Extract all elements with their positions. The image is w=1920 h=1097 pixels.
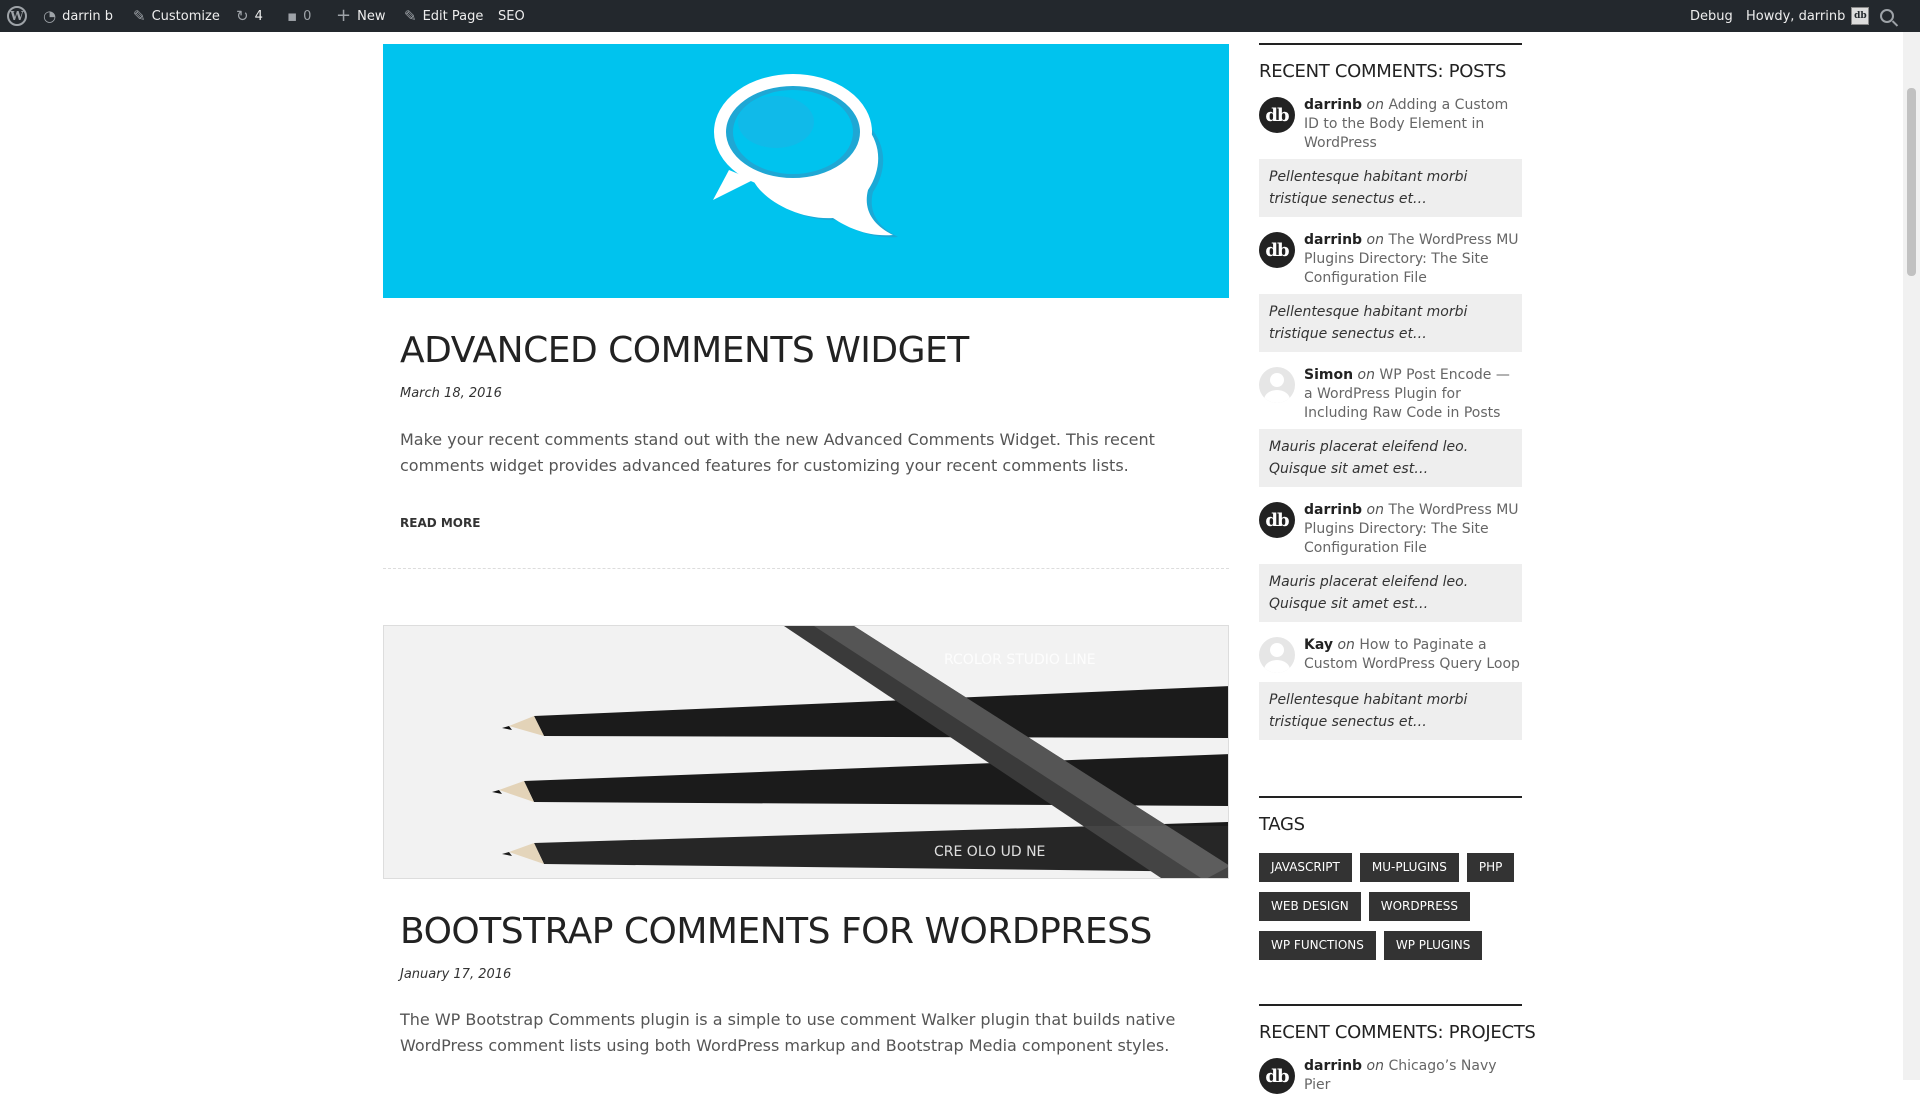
new-content-menu[interactable]: + New [336, 0, 385, 32]
comment-bubble-icon: ▪ [287, 6, 298, 25]
post-date: March 18, 2016 [400, 386, 502, 401]
avatar: db [1259, 1058, 1295, 1094]
pencils-image: RCOLOR STUDIO LINE CRE OLO UD NE [384, 626, 1228, 878]
admin-search[interactable] [1880, 0, 1894, 32]
comment-item: db darrinb on The WordPress MU Plugins D… [1259, 501, 1522, 622]
post-advanced-comments-widget: ADVANCED COMMENTS WIDGET March 18, 2016 … [383, 44, 1229, 584]
page-scrollbar[interactable] [1903, 32, 1920, 1080]
comment-item: Kay on How to Paginate a Custom WordPres… [1259, 636, 1522, 740]
post-excerpt: Make your recent comments stand out with… [400, 430, 1155, 475]
comments-link[interactable]: ▪ 0 [287, 0, 311, 32]
comment-author: darrinb [1304, 502, 1363, 518]
avatar: db [1259, 97, 1295, 133]
comment-author: darrinb [1304, 97, 1363, 113]
user-avatar: db [1851, 7, 1870, 25]
read-more-link[interactable]: READ MORE [400, 516, 480, 530]
updates-link[interactable]: ↻ 4 [236, 0, 263, 32]
edit-page-label: Edit Page [422, 8, 484, 24]
post-bootstrap-comments: RCOLOR STUDIO LINE CRE OLO UD NE BOOTSTR… [383, 625, 1229, 1080]
comment-on-label: on [1337, 637, 1355, 653]
pencil-print-text: RCOLOR STUDIO LINE [944, 652, 1096, 668]
dashboard-icon: ◔ [43, 6, 57, 25]
comment-author: darrinb [1304, 232, 1363, 248]
comment-excerpt: Pellentesque habitant morbi tristique se… [1259, 159, 1522, 217]
post-featured-image[interactable]: RCOLOR STUDIO LINE CRE OLO UD NE [383, 625, 1229, 879]
comment-item: db darrinb on Chicago’s Navy Pier [1259, 1057, 1522, 1097]
debug-label: Debug [1690, 8, 1733, 24]
post-divider [383, 568, 1229, 569]
comment-author: Simon [1304, 367, 1354, 383]
comment-excerpt: Pellentesque habitant morbi tristique se… [1259, 682, 1522, 740]
site-name-label: darrin b [62, 8, 114, 24]
scrollbar-thumb[interactable] [1907, 88, 1916, 276]
chat-bubbles-icon [713, 74, 898, 238]
post-excerpt: The WP Bootstrap Comments plugin is a si… [400, 1010, 1176, 1055]
comment-excerpt: Mauris placerat eleifend leo. Quisque si… [1259, 564, 1522, 622]
widget-title: RECENT COMMENTS: PROJECTS [1259, 1004, 1536, 1043]
comment-author: darrinb [1304, 1058, 1363, 1074]
post-date: January 17, 2016 [400, 967, 512, 982]
tag-mu-plugins[interactable]: MU-PLUGINS [1359, 853, 1459, 882]
customize-link[interactable]: ✎ Customize [133, 0, 220, 32]
tag-web-design[interactable]: WEB DESIGN [1259, 892, 1361, 921]
comment-item: db darrinb on Adding a Custom ID to the … [1259, 96, 1522, 217]
tag-wp-functions[interactable]: WP FUNCTIONS [1259, 931, 1376, 960]
admin-bar: W ◔ darrin b ✎ Customize ↻ 4 ▪ 0 + New ✎… [0, 0, 1920, 32]
comment-excerpt: Pellentesque habitant morbi tristique se… [1259, 294, 1522, 352]
comment-on-label: on [1366, 232, 1384, 248]
default-avatar-icon [1259, 367, 1295, 403]
edit-page-link[interactable]: ✎ Edit Page [404, 0, 483, 32]
comment-on-label: on [1366, 1058, 1384, 1074]
comment-item: Simon on WP Post Encode — a WordPress Pl… [1259, 366, 1522, 487]
comment-on-label: on [1366, 502, 1384, 518]
tag-wordpress[interactable]: WORDPRESS [1368, 892, 1471, 921]
pencil-icon: ✎ [404, 6, 417, 25]
default-avatar-icon [1259, 637, 1295, 673]
plus-icon: + [336, 5, 352, 26]
wordpress-logo-icon: W [7, 6, 27, 26]
search-icon [1880, 9, 1894, 23]
tag-cloud: JAVASCRIPT MU-PLUGINS PHP WEB DESIGN WOR… [1259, 853, 1522, 960]
post-title[interactable]: ADVANCED COMMENTS WIDGET [400, 330, 969, 371]
widget-title: RECENT COMMENTS: POSTS [1259, 43, 1522, 82]
tag-wp-plugins[interactable]: WP PLUGINS [1383, 931, 1483, 960]
widget-recent-comments-posts: RECENT COMMENTS: POSTS db darrinb on Add… [1259, 43, 1522, 740]
comment-on-label: on [1357, 367, 1375, 383]
howdy-label: Howdy, darrinb [1746, 8, 1846, 24]
post-featured-image[interactable] [383, 44, 1229, 298]
seo-label: SEO [498, 8, 525, 24]
comment-on-label: on [1366, 97, 1384, 113]
debug-menu[interactable]: Debug [1690, 0, 1733, 32]
site-name-menu[interactable]: ◔ darrin b [43, 0, 113, 32]
avatar: db [1259, 232, 1295, 268]
tag-javascript[interactable]: JAVASCRIPT [1259, 853, 1352, 882]
new-label: New [357, 8, 386, 24]
seo-menu[interactable]: SEO [498, 0, 525, 32]
avatar: db [1259, 502, 1295, 538]
comment-item: db darrinb on The WordPress MU Plugins D… [1259, 231, 1522, 352]
comment-excerpt: Mauris placerat eleifend leo. Quisque si… [1259, 429, 1522, 487]
comments-count: 0 [303, 8, 312, 24]
post-title[interactable]: BOOTSTRAP COMMENTS FOR WORDPRESS [400, 911, 1152, 952]
svg-text:CRE OLO UD NE: CRE OLO UD NE [934, 844, 1045, 860]
widget-tags: TAGS JAVASCRIPT MU-PLUGINS PHP WEB DESIG… [1259, 796, 1522, 960]
account-menu[interactable]: Howdy, darrinb db [1746, 0, 1870, 32]
updates-count: 4 [254, 8, 263, 24]
widget-title: TAGS [1259, 796, 1522, 835]
customize-label: Customize [151, 8, 220, 24]
sidebar: RECENT COMMENTS: POSTS db darrinb on Add… [1259, 43, 1536, 1097]
brush-icon: ✎ [133, 6, 146, 25]
comment-author: Kay [1304, 637, 1333, 653]
widget-recent-comments-projects: RECENT COMMENTS: PROJECTS db darrinb on … [1259, 1004, 1536, 1097]
tag-php[interactable]: PHP [1466, 853, 1515, 882]
updates-icon: ↻ [236, 6, 249, 25]
wordpress-logo-menu[interactable]: W [7, 0, 27, 32]
